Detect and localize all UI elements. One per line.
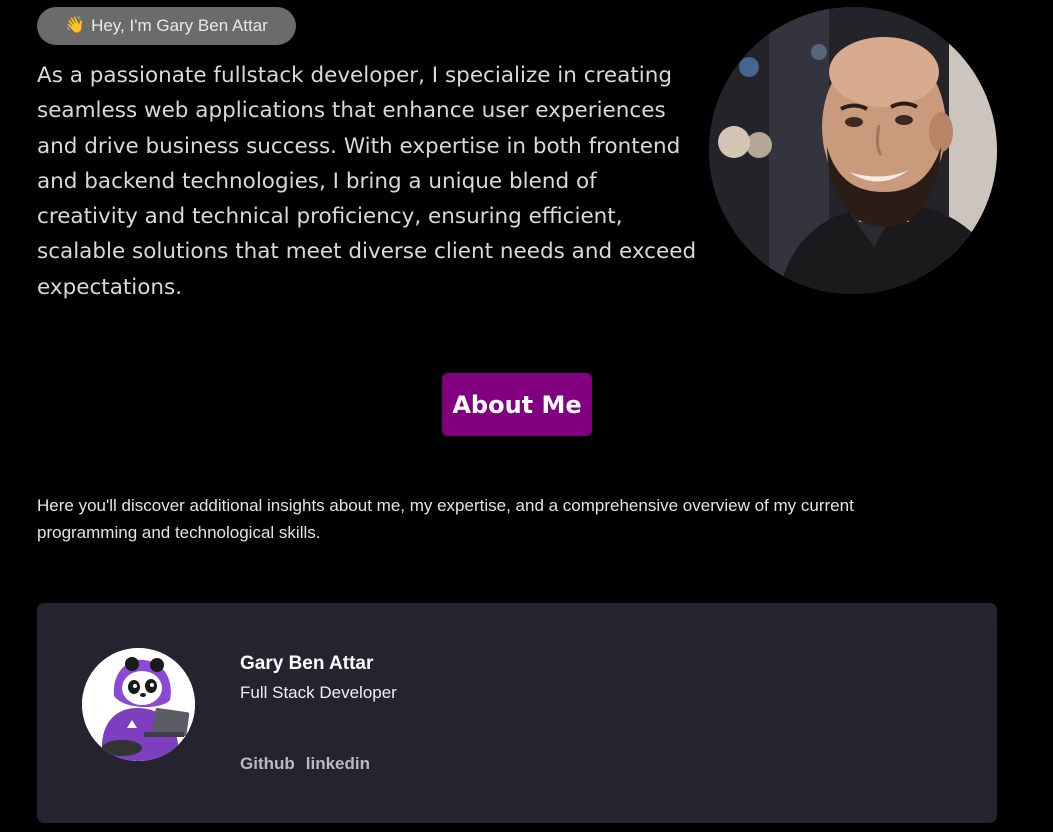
card-role: Full Stack Developer (240, 683, 397, 702)
social-links: Github linkedin (240, 754, 370, 774)
avatar (82, 648, 195, 761)
github-link[interactable]: Github (240, 754, 295, 774)
panda-mascot-icon (82, 648, 195, 761)
profile-card: Gary Ben Attar Full Stack Developer Gith… (37, 603, 997, 823)
about-description: Here you'll discover additional insights… (37, 496, 854, 542)
greeting-badge: 👋 Hey, I'm Gary Ben Attar (37, 7, 296, 45)
intro-paragraph: As a passionate fullstack developer, I s… (37, 63, 697, 300)
about-me-button[interactable]: About Me (442, 373, 592, 436)
page: 👋 Hey, I'm Gary Ben Attar As a passionat… (0, 0, 1053, 832)
linkedin-link[interactable]: linkedin (306, 754, 370, 774)
card-name: Gary Ben Attar (240, 653, 374, 674)
profile-photo (709, 7, 997, 294)
waving-hand-icon: 👋 (65, 17, 86, 34)
greeting-text: Hey, I'm Gary Ben Attar (91, 16, 268, 35)
